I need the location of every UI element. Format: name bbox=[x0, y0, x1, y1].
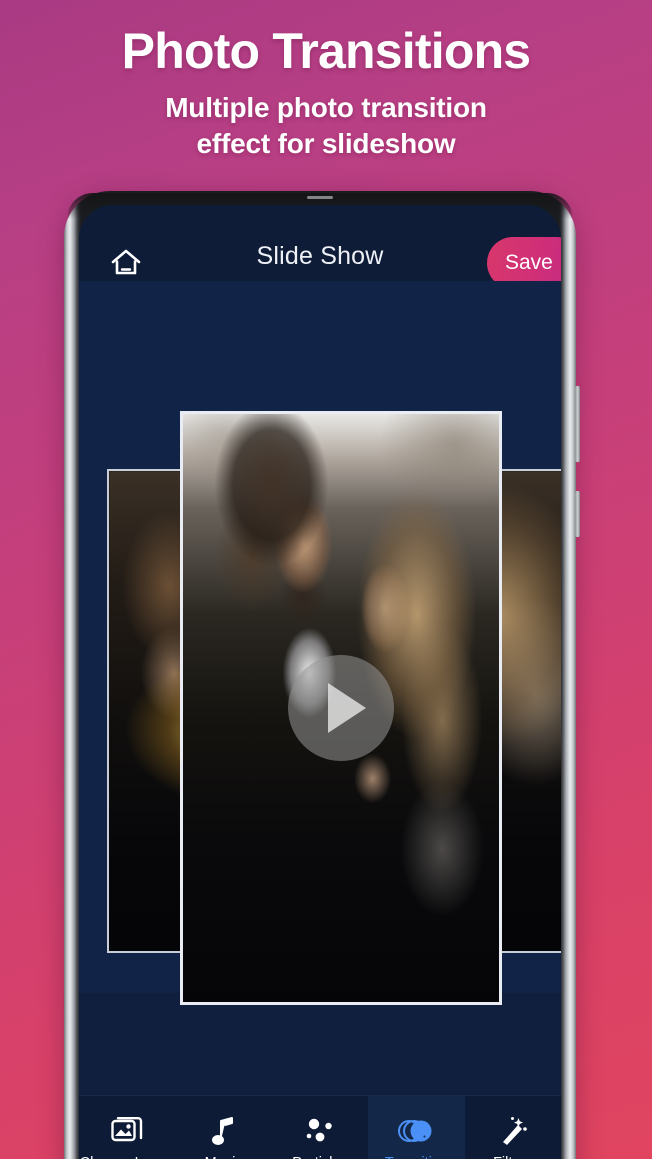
current-slide-photo[interactable] bbox=[180, 411, 502, 1005]
promo-subtitle-line-1: Multiple photo transition bbox=[165, 92, 487, 123]
phone-power-button bbox=[575, 491, 580, 537]
nav-label: Particles bbox=[292, 1155, 348, 1159]
nav-item-change-image[interactable]: Change Image bbox=[79, 1096, 175, 1159]
nav-label: Music bbox=[205, 1155, 243, 1159]
app-screen: Slide Show Save bbox=[79, 205, 561, 1159]
play-triangle bbox=[328, 683, 366, 733]
nav-item-transition[interactable]: Transition bbox=[368, 1096, 465, 1159]
phone-volume-button bbox=[575, 386, 580, 462]
slideshow-canvas: Fade Move Left bbox=[79, 281, 561, 1005]
promo-subtitle-line-2: effect for slideshow bbox=[196, 128, 456, 160]
magic-wand-icon bbox=[498, 1115, 528, 1147]
phone-mockup: Slide Show Save bbox=[64, 191, 580, 1159]
particles-icon bbox=[304, 1115, 336, 1147]
promo-screenshot: Photo Transitions Multiple photo transit… bbox=[0, 0, 652, 1159]
promo-header: Photo Transitions Multiple photo transit… bbox=[0, 24, 652, 163]
music-note-icon bbox=[211, 1115, 237, 1147]
app-bar: Slide Show Save bbox=[79, 205, 561, 289]
nav-label: Change Image bbox=[80, 1155, 175, 1159]
promo-subtitle: Multiple photo transition effect for sli… bbox=[0, 90, 652, 163]
nav-item-particles[interactable]: Particles bbox=[272, 1096, 368, 1159]
nav-item-music[interactable]: Music bbox=[175, 1096, 271, 1159]
nav-label: Filters bbox=[493, 1155, 532, 1159]
nav-item-filters[interactable]: Filters bbox=[465, 1096, 561, 1159]
bottom-nav: Change Image Music bbox=[79, 1095, 561, 1159]
overlapping-circles-icon bbox=[398, 1115, 434, 1147]
nav-label: Transition bbox=[385, 1155, 448, 1159]
home-icon[interactable] bbox=[109, 247, 143, 277]
play-icon[interactable] bbox=[288, 655, 394, 761]
promo-title: Photo Transitions bbox=[121, 23, 531, 79]
photos-stack-icon bbox=[111, 1115, 143, 1147]
phone-speaker bbox=[307, 196, 333, 199]
